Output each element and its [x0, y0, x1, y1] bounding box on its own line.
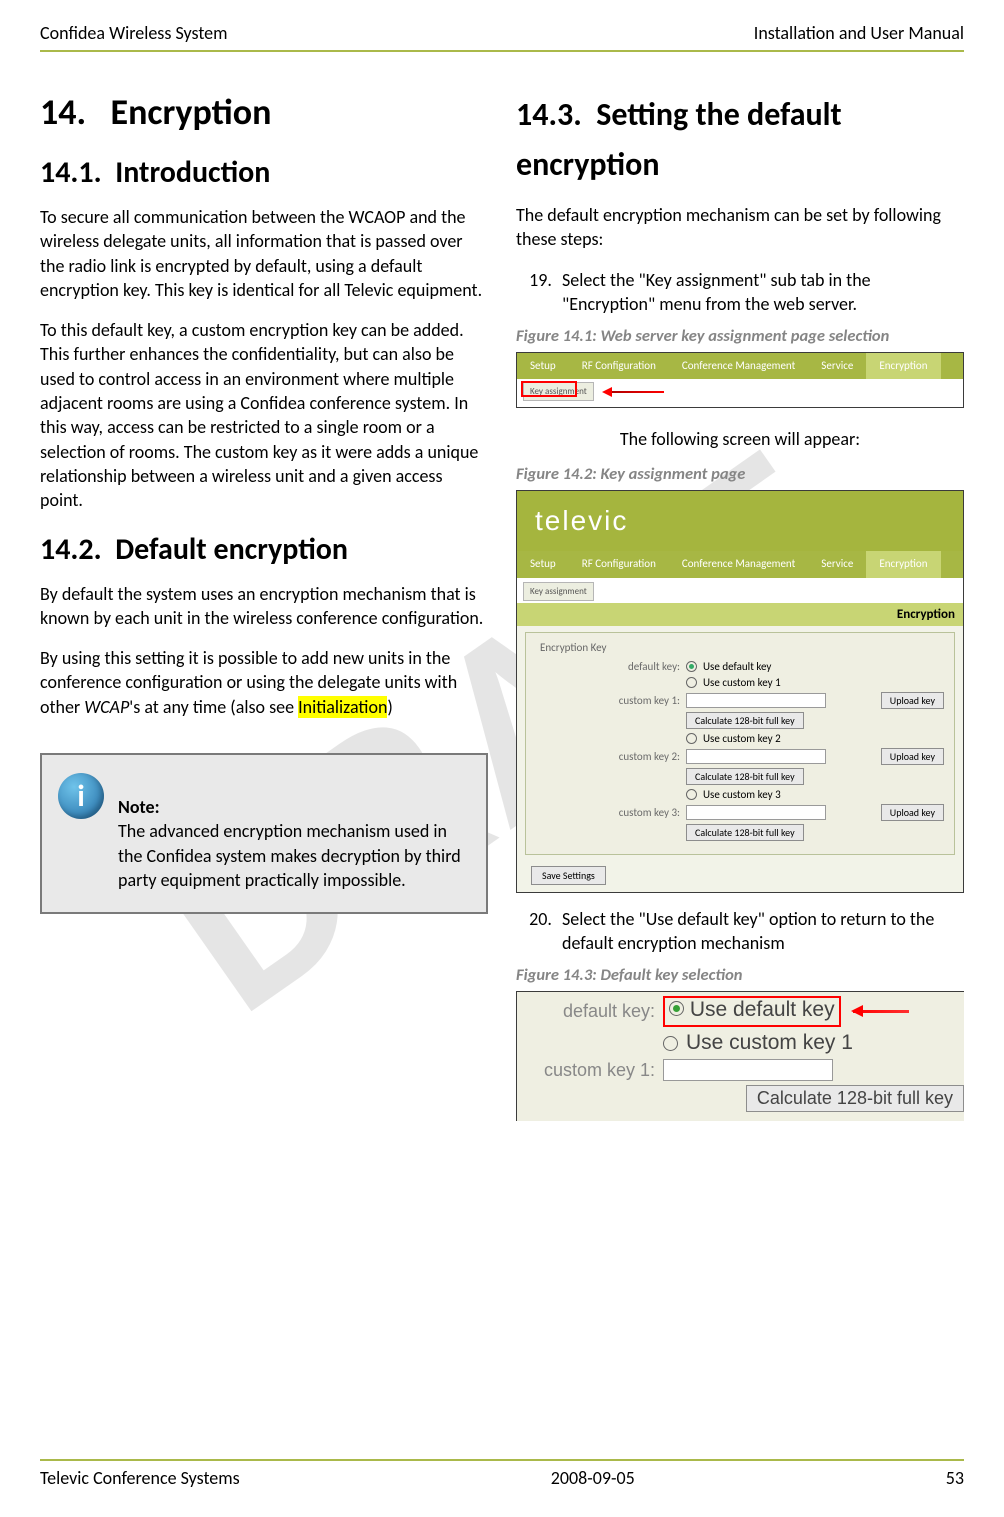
section-14-3-heading: 14.3. Setting the default encryption: [516, 90, 964, 189]
radio-use-custom-key-2[interactable]: [686, 733, 697, 744]
footer-right: 53: [946, 1467, 964, 1489]
header-left: Confidea Wireless System: [40, 22, 228, 44]
footer-center: 2008-09-05: [551, 1467, 635, 1489]
note-body: The advanced encryption mechanism used i…: [118, 820, 461, 891]
figure-14-2: televic Setup RF Configuration Conferenc…: [516, 490, 964, 892]
info-icon: i: [58, 773, 104, 819]
footer-left: Televic Conference Systems: [40, 1467, 240, 1489]
label-custom-key-3: custom key 3:: [536, 806, 680, 819]
upload-key-button[interactable]: Upload key: [881, 692, 944, 709]
section-14-2-heading: 14.2. Default encryption: [40, 531, 488, 568]
red-arrow-icon: [853, 1010, 909, 1013]
input-custom-key-1[interactable]: [663, 1059, 833, 1081]
calculate-key-button[interactable]: Calculate 128-bit full key: [686, 824, 804, 841]
highlight-initialization: Initialization: [298, 696, 387, 718]
steps-list: Select the "Use default key" option to r…: [542, 907, 964, 956]
tab-bar: Setup RF Configuration Conference Manage…: [517, 353, 963, 379]
tab-bar: Setup RF Configuration Conference Manage…: [517, 551, 963, 577]
section-number: 14.1.: [40, 154, 102, 191]
calculate-key-button[interactable]: Calculate 128-bit full key: [686, 712, 804, 729]
header-right: Installation and User Manual: [754, 22, 964, 44]
note-title: Note:: [118, 796, 160, 818]
tab-rf-configuration[interactable]: RF Configuration: [569, 353, 669, 379]
figure-14-1-caption: Figure 14.1: Web server key assignment p…: [516, 326, 964, 346]
red-highlight-box: [521, 381, 577, 397]
upload-key-button[interactable]: Upload key: [881, 804, 944, 821]
label-default-key: default key:: [536, 660, 680, 673]
note-content: Note: The advanced encryption mechanism …: [118, 773, 470, 892]
left-column: 14. Encryption 14.1. Introduction To sec…: [40, 66, 488, 1121]
televic-logo: televic: [517, 491, 963, 551]
tab-service[interactable]: Service: [808, 551, 866, 577]
page-header: Confidea Wireless System Installation an…: [40, 22, 964, 52]
section-number: 14.3.: [516, 95, 582, 134]
label-default-key: default key:: [525, 1001, 655, 1022]
option-use-default-key: Use default key: [703, 660, 771, 673]
default-enc-paragraph-2: By using this setting it is possible to …: [40, 646, 488, 719]
tab-setup[interactable]: Setup: [517, 551, 569, 577]
following-screen-text: The following screen will appear:: [516, 428, 964, 450]
figure-14-3: default key: Use default key Use custom …: [516, 991, 964, 1121]
steps-list: Select the "Key assignment" sub tab in t…: [542, 268, 964, 317]
label-custom-key-2: custom key 2:: [536, 750, 680, 763]
red-arrow-icon: [604, 391, 664, 393]
tab-conference-management[interactable]: Conference Management: [669, 353, 808, 379]
section-title: Default encryption: [115, 531, 348, 568]
input-custom-key-1[interactable]: [686, 693, 826, 708]
encryption-key-fieldset: Encryption Key default key: Use default …: [525, 632, 955, 855]
tab-conference-management[interactable]: Conference Management: [669, 551, 808, 577]
figure-14-1: Setup RF Configuration Conference Manage…: [516, 352, 964, 408]
tab-rf-configuration[interactable]: RF Configuration: [569, 551, 669, 577]
save-settings-button[interactable]: Save Settings: [531, 866, 606, 885]
tab-setup[interactable]: Setup: [517, 353, 569, 379]
step-19: Select the "Key assignment" sub tab in t…: [556, 268, 964, 317]
option-use-custom-key-1: Use custom key 1: [703, 676, 781, 689]
chapter-title: Encryption: [111, 90, 272, 134]
right-column: 14.3. Setting the default encryption The…: [516, 66, 964, 1121]
calculate-key-button[interactable]: Calculate 128-bit full key: [746, 1085, 964, 1112]
radio-use-custom-key-3[interactable]: [686, 789, 697, 800]
section-title: Introduction: [115, 154, 270, 191]
tab-encryption[interactable]: Encryption: [866, 551, 940, 577]
fieldset-legend: Encryption Key: [536, 641, 611, 654]
option-use-custom-key-1: Use custom key 1: [686, 1031, 853, 1055]
input-custom-key-2[interactable]: [686, 749, 826, 764]
section-number: 14.2.: [40, 531, 102, 568]
page-footer: Televic Conference Systems 2008-09-05 53: [40, 1459, 964, 1489]
radio-use-default-key[interactable]: [686, 661, 697, 672]
option-use-default-key: Use default key: [690, 998, 835, 1021]
step-20: Select the "Use default key" option to r…: [556, 907, 964, 956]
red-highlight-box: Use default key: [663, 996, 841, 1027]
label-custom-key-1: custom key 1:: [536, 694, 680, 707]
tab-service[interactable]: Service: [808, 353, 866, 379]
section-14-1-heading: 14.1. Introduction: [40, 154, 488, 191]
intro-paragraph-2: To this default key, a custom encryption…: [40, 318, 488, 512]
chapter-number: 14.: [40, 90, 86, 134]
radio-use-default-key[interactable]: [669, 1001, 684, 1016]
tab-encryption[interactable]: Encryption: [866, 353, 940, 379]
label-custom-key-1: custom key 1:: [525, 1060, 655, 1081]
encryption-banner: Encryption: [517, 603, 963, 626]
option-use-custom-key-3: Use custom key 3: [703, 788, 781, 801]
note-box: i Note: The advanced encryption mechanis…: [40, 753, 488, 914]
chapter-heading: 14. Encryption: [40, 90, 488, 134]
radio-use-custom-key-1[interactable]: [663, 1036, 678, 1051]
upload-key-button[interactable]: Upload key: [881, 748, 944, 765]
option-use-custom-key-2: Use custom key 2: [703, 732, 781, 745]
figure-14-3-caption: Figure 14.3: Default key selection: [516, 965, 964, 985]
s3-intro: The default encryption mechanism can be …: [516, 203, 964, 252]
calculate-key-button[interactable]: Calculate 128-bit full key: [686, 768, 804, 785]
input-custom-key-3[interactable]: [686, 805, 826, 820]
radio-use-custom-key-1[interactable]: [686, 677, 697, 688]
intro-paragraph-1: To secure all communication between the …: [40, 205, 488, 302]
default-enc-paragraph-1: By default the system uses an encryption…: [40, 582, 488, 631]
subtab-key-assignment[interactable]: Key assignment: [523, 582, 594, 601]
figure-14-2-caption: Figure 14.2: Key assignment page: [516, 464, 964, 484]
